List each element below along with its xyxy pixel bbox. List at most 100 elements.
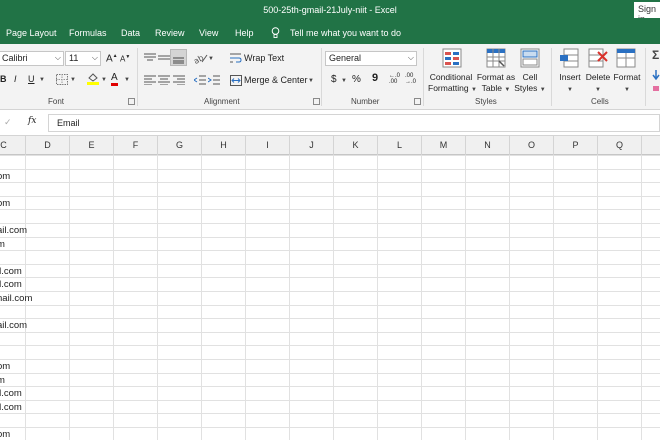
tab-review[interactable]: Review [155,28,185,38]
font-color-icon: A [111,72,118,83]
align-bottom-button[interactable] [170,49,187,66]
cell-c-value[interactable]: nail.com [0,293,32,304]
increase-indent-icon[interactable] [208,75,220,85]
sign-in-button[interactable]: Sign in [634,2,660,18]
font-launcher-icon[interactable] [128,98,135,105]
column-header-l[interactable]: L [378,136,422,155]
clear-icon[interactable] [652,84,660,93]
increase-decimal-button[interactable]: ←.0.00 [389,73,400,85]
merge-center-dropdown[interactable]: ▼ [308,78,314,84]
cell-c-value[interactable]: om [0,361,10,372]
tab-data[interactable]: Data [121,28,140,38]
column-header-j[interactable]: J [290,136,334,155]
conditional-formatting-button[interactable]: Conditional Formatting ▼ [428,72,477,96]
column-header-k[interactable]: K [334,136,378,155]
align-center-icon[interactable] [158,75,170,85]
font-color-button[interactable]: A [111,72,118,86]
fill-color-icon[interactable] [86,71,100,85]
alignment-launcher-icon[interactable] [313,98,320,105]
font-size-box[interactable]: 11 ⌵ [65,51,101,66]
underline-button[interactable]: U [28,74,35,84]
orientation-icon[interactable]: ab [194,52,208,64]
cell-c-value[interactable]: om [0,198,10,209]
column-header-q[interactable]: Q [598,136,642,155]
alignment-group-label: Alignment [204,97,240,106]
cell-styles-label-1: Cell [522,72,538,82]
insert-function-button[interactable]: fx [28,116,36,126]
underline-dropdown[interactable]: ▼ [39,77,45,83]
borders-icon[interactable] [56,74,68,85]
cell-c-value[interactable]: ail.com [0,225,27,236]
column-header-g[interactable]: G [158,136,202,155]
group-divider [137,48,138,106]
row-gridline [0,264,660,265]
accounting-format-dropdown[interactable]: ▼ [341,78,347,84]
tab-view[interactable]: View [199,28,218,38]
percent-style-button[interactable]: % [352,74,361,85]
chevron-down-icon: ⌵ [91,53,98,62]
fill-down-icon[interactable] [652,70,660,80]
decrease-indent-icon[interactable] [194,75,206,85]
shrink-font-button[interactable]: A▼ [120,54,130,64]
column-header-h[interactable]: H [202,136,246,155]
autosum-icon[interactable]: Σ [652,48,659,62]
font-size-value: 11 [69,53,79,63]
formula-input[interactable]: Email [48,114,660,132]
cell-c-value[interactable]: il.com [0,279,22,290]
cell-c-value[interactable]: il.com [0,388,22,399]
cell-c-value[interactable]: il.com [0,266,22,277]
column-gridline [377,155,378,440]
column-header-i[interactable]: I [246,136,290,155]
font-color-dropdown[interactable]: ▼ [124,77,130,83]
format-as-table-button[interactable]: Format as Table ▼ [476,72,516,96]
tell-me-search[interactable]: Tell me what you want to do [290,28,401,38]
wrap-text-button[interactable]: Wrap Text [244,53,284,63]
decrease-decimal-button[interactable]: .00 →.0 [405,73,416,85]
cell-c-value[interactable]: m [0,239,5,250]
accounting-format-button[interactable]: $ [331,74,337,85]
column-header-p[interactable]: P [554,136,598,155]
tab-formulas[interactable]: Formulas [69,28,107,38]
cell-styles-button[interactable]: Cell Styles ▼ [514,72,546,96]
column-header-d[interactable]: D [26,136,70,155]
align-right-icon[interactable] [173,75,185,85]
comma-style-button[interactable]: 9 [372,72,378,84]
format-button[interactable]: Format ▼ [612,72,642,96]
italic-button[interactable]: I [14,74,17,84]
cell-c-value[interactable]: il.com [0,402,22,413]
column-header-m[interactable]: M [422,136,466,155]
column-header-c[interactable]: C [0,136,26,155]
cell-styles-label-2: Styles [514,83,538,93]
column-header-n[interactable]: N [466,136,510,155]
orientation-dropdown[interactable]: ▼ [208,56,214,62]
bold-button[interactable]: B [0,74,7,84]
fill-color-dropdown[interactable]: ▼ [101,77,107,83]
column-header-e[interactable]: E [70,136,114,155]
cell-c-value[interactable]: om [0,429,10,440]
cell-c-value[interactable]: om [0,171,10,182]
cell-c-value[interactable]: ail.com [0,320,27,331]
borders-dropdown[interactable]: ▼ [70,77,76,83]
window-title: 500-25th-gmail-21July-niit - Excel [263,5,397,15]
tab-help[interactable]: Help [235,28,254,38]
align-top-icon[interactable] [144,53,156,63]
column-header-f[interactable]: F [114,136,158,155]
font-name-box[interactable]: Calibri ⌵ [0,51,64,66]
enter-icon[interactable]: ✓ [4,117,12,128]
delete-button[interactable]: Delete ▼ [584,72,612,96]
column-header-o[interactable]: O [510,136,554,155]
align-middle-icon[interactable] [158,53,170,63]
align-left-icon[interactable] [144,75,156,85]
format-as-table-icon [486,48,506,68]
worksheet-grid[interactable]: CDEFGHIJKLMNOPQR om om ail.com m il.com il.co… [0,136,660,440]
number-launcher-icon[interactable] [414,98,421,105]
cell-c-value[interactable]: m [0,375,5,386]
insert-button[interactable]: Insert ▼ [556,72,584,96]
cells-group-label: Cells [591,97,609,106]
row-gridline [0,427,660,428]
grow-font-button[interactable]: A▲ [106,53,118,64]
tab-page-layout[interactable]: Page Layout [6,28,57,38]
merge-center-button[interactable]: Merge & Center [244,75,308,85]
number-format-box[interactable]: General ⌵ [325,51,417,66]
column-header-r[interactable]: R [642,136,660,155]
